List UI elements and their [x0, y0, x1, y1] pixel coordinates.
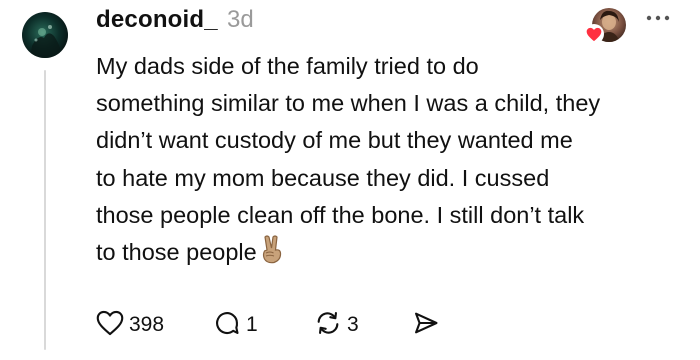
repost-icon [314, 309, 342, 342]
send-icon [412, 309, 440, 342]
heart-icon [584, 24, 604, 44]
post-text-line: something similar to me when I was a chi… [96, 90, 601, 117]
post-body: My dads side of the family tried to do s… [96, 48, 686, 275]
action-bar: 398 1 3 [96, 308, 496, 342]
thread-line [44, 70, 46, 350]
post-text-line: to those people [96, 239, 257, 266]
post-text-line: those people clean off the bone. I still… [96, 201, 585, 228]
heart-outline-icon [96, 310, 124, 341]
like-button[interactable]: 398 [96, 308, 164, 342]
post-text-line: didn’t want custody of me but they wante… [96, 127, 573, 154]
post-card: deconoid_ 3d My dads side of the family … [0, 0, 700, 360]
reply-button[interactable]: 1 [213, 308, 258, 342]
liked-by-author-indicator [584, 8, 626, 44]
repost-count: 3 [347, 313, 359, 336]
more-options-icon[interactable] [641, 8, 675, 28]
repost-button[interactable]: 3 [314, 308, 359, 342]
username[interactable]: deconoid_ [96, 6, 218, 34]
post-text-line: My dads side of the family tried to do [96, 53, 479, 79]
post-text-line: to hate my mom because they did. I cusse… [96, 164, 550, 191]
comment-icon [213, 309, 241, 342]
share-button[interactable] [412, 308, 440, 342]
post-timestamp: 3d [227, 6, 254, 33]
like-count: 398 [129, 313, 165, 336]
author-avatar[interactable] [22, 12, 68, 58]
reply-count: 1 [246, 313, 258, 336]
victory-hand-icon [258, 234, 286, 275]
post-text-last-line: to those people [96, 234, 686, 275]
